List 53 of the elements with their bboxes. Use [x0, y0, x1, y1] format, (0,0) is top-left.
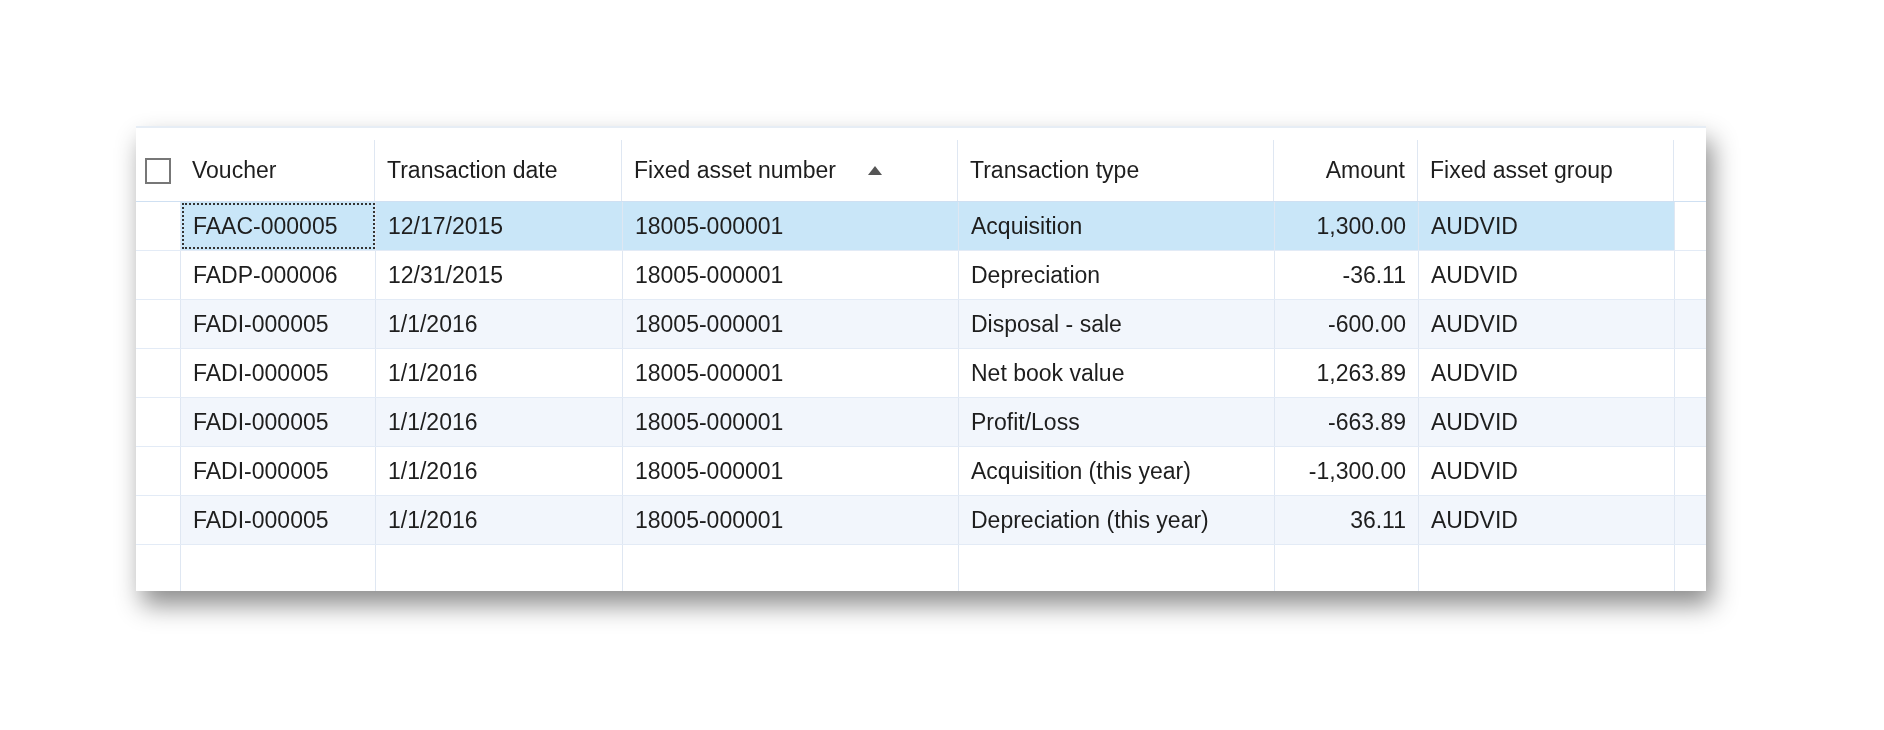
table-cell: 18005-000001: [635, 408, 784, 436]
table-row[interactable]: FADI-000005 1/1/2016 18005-000001 Depreciation (this year) 36.11 AUDVID: [136, 496, 1706, 545]
table-cell: 18005-000001: [635, 212, 784, 240]
table-row[interactable]: FADI-000005 1/1/2016 18005-000001 Profit/Loss -663.89 AUDVID: [136, 398, 1706, 447]
table-row[interactable]: FAAC-000005 12/17/2015 18005-000001 Acquisition 1,300.00 AUDVID: [136, 202, 1706, 251]
table-cell: -663.89: [1328, 408, 1406, 436]
table-cell: Acquisition (this year): [971, 457, 1191, 485]
column-header[interactable]: Fixed asset number: [622, 140, 958, 201]
table-cell: FADI-000005: [193, 408, 329, 436]
table-cell: FADI-000005: [193, 359, 329, 387]
table-cell: AUDVID: [1431, 359, 1518, 387]
table-cell: 12/17/2015: [388, 212, 504, 240]
column-header[interactable]: Transaction date: [375, 140, 622, 201]
table-cell: 1/1/2016: [388, 359, 478, 387]
table-cell: Net book value: [971, 359, 1125, 387]
table-cell: 1/1/2016: [388, 408, 478, 436]
table-cell: AUDVID: [1431, 261, 1518, 289]
table-cell: FADP-000006: [193, 261, 338, 289]
column-header[interactable]: Amount: [1274, 140, 1418, 201]
table-cell: 18005-000001: [635, 310, 784, 338]
column-header[interactable]: Fixed asset group: [1418, 140, 1674, 201]
table-cell: AUDVID: [1431, 212, 1518, 240]
table-cell: 36.11: [1350, 506, 1406, 534]
table-cell: 12/31/2015: [388, 261, 504, 289]
table-cell: 1/1/2016: [388, 506, 478, 534]
table-cell: FADI-000005: [193, 506, 329, 534]
table-cell: 1/1/2016: [388, 457, 478, 485]
column-header[interactable]: Voucher: [180, 140, 375, 201]
table-cell: 18005-000001: [635, 506, 784, 534]
column-header[interactable]: Transaction type: [958, 140, 1274, 201]
table-cell: Acquisition: [971, 212, 1083, 240]
table-row[interactable]: FADI-000005 1/1/2016 18005-000001 Disposal - sale -600.00 AUDVID: [136, 300, 1706, 349]
table-cell: FADI-000005: [193, 457, 329, 485]
table-cell: AUDVID: [1431, 506, 1518, 534]
table-cell: AUDVID: [1431, 310, 1518, 338]
select-all-checkbox[interactable]: [145, 157, 171, 184]
table-cell: 1,263.89: [1316, 359, 1406, 387]
table-cell: AUDVID: [1431, 457, 1518, 485]
table-cell: 18005-000001: [635, 457, 784, 485]
table-cell: Disposal - sale: [971, 310, 1122, 338]
table-cell: FAAC-000005: [193, 212, 338, 240]
table-cell: 1/1/2016: [388, 310, 478, 338]
table-cell: -1,300.00: [1308, 457, 1406, 485]
table-cell: AUDVID: [1431, 408, 1518, 436]
table-cell: Depreciation (this year): [971, 506, 1209, 534]
table-cell: 18005-000001: [635, 261, 784, 289]
table-cell: FADI-000005: [193, 310, 329, 338]
table-cell: -600.00: [1328, 310, 1406, 338]
table-cell: Profit/Loss: [971, 408, 1080, 436]
table-cell: Depreciation: [971, 261, 1101, 289]
table-cell: -36.11: [1342, 261, 1406, 289]
table-cell: 1,300.00: [1316, 212, 1406, 240]
table-cell: 18005-000001: [635, 359, 784, 387]
